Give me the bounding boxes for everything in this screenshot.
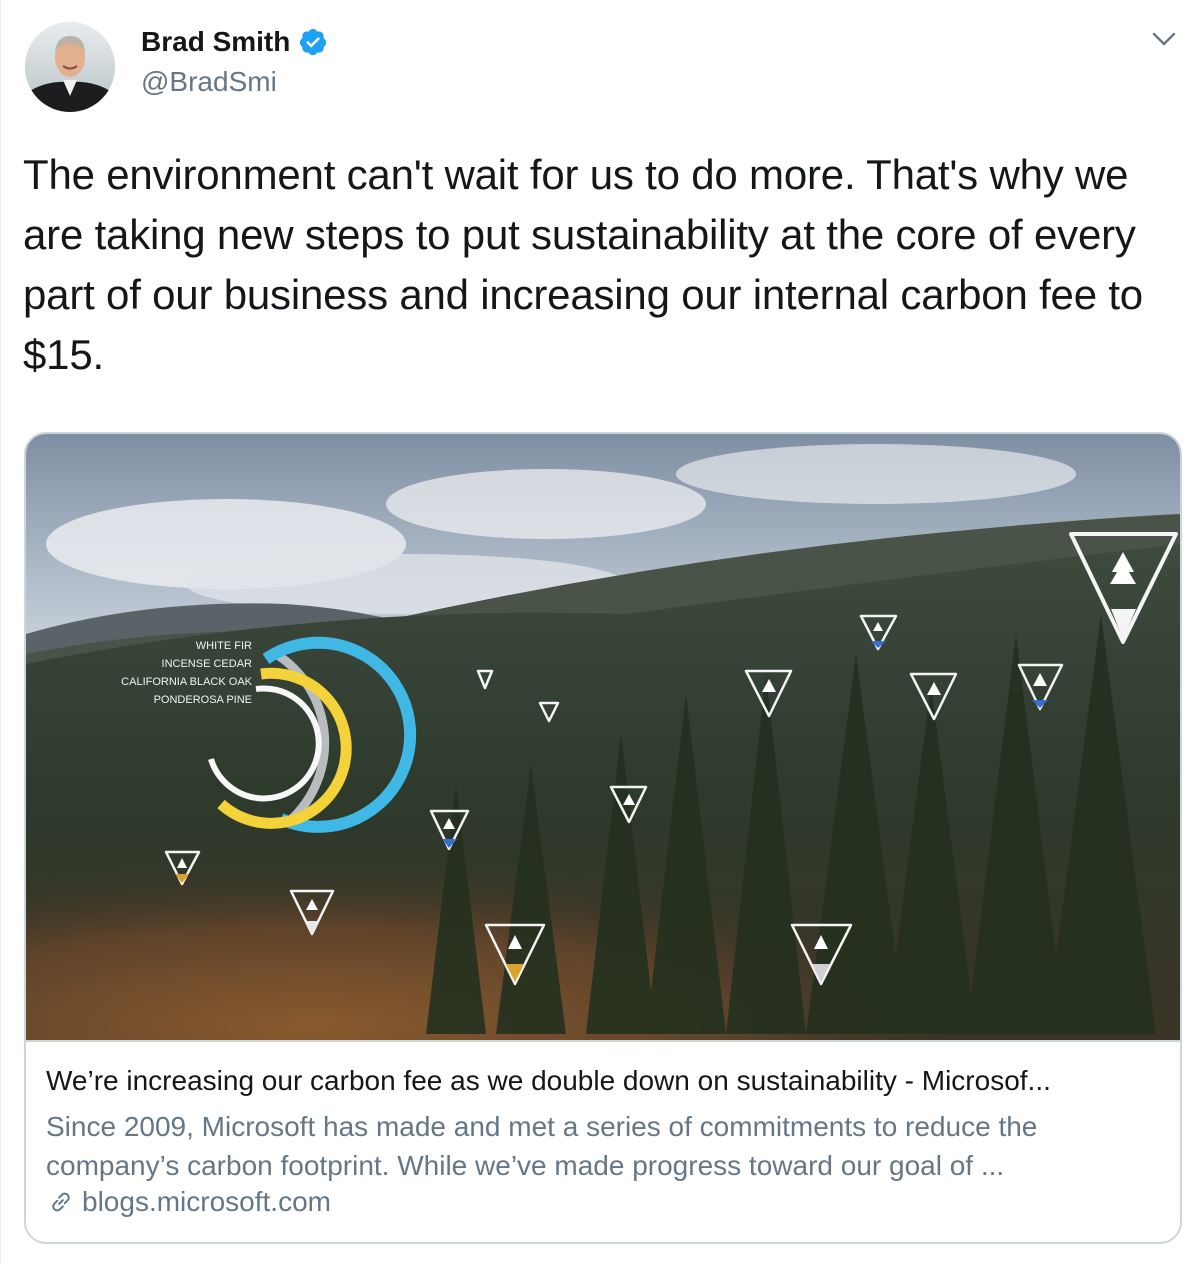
card-divider xyxy=(26,1040,1180,1042)
verified-badge-icon xyxy=(300,28,327,56)
tweet: Brad Smith @BradSmi The environment can'… xyxy=(0,0,1204,1264)
author-display-name[interactable]: Brad Smith xyxy=(141,26,290,58)
overlay-label-white-fir: WHITE FIR xyxy=(196,640,252,652)
card-link-row[interactable]: blogs.microsoft.com xyxy=(46,1186,331,1218)
card-title[interactable]: We’re increasing our carbon fee as we do… xyxy=(46,1065,1166,1097)
overlay-label-incense-cedar: INCENSE CEDAR xyxy=(162,658,253,670)
avatar-image xyxy=(25,22,115,112)
overlay-label-ponderosa-pine: PONDEROSA PINE xyxy=(154,694,252,706)
avatar[interactable] xyxy=(25,22,115,112)
link-icon xyxy=(52,1192,70,1212)
tweet-text: The environment can't wait for us to do … xyxy=(23,151,1143,378)
chevron-down-icon[interactable] xyxy=(1151,28,1177,50)
author-name-row: Brad Smith xyxy=(141,26,328,58)
card-description: Since 2009, Microsoft has made and met a… xyxy=(46,1111,1038,1181)
card-domain[interactable]: blogs.microsoft.com xyxy=(82,1186,331,1218)
link-card[interactable]: WHITE FIR INCENSE CEDAR CALIFORNIA BLACK… xyxy=(24,432,1182,1244)
card-image: WHITE FIR INCENSE CEDAR CALIFORNIA BLACK… xyxy=(26,434,1180,1040)
author-handle[interactable]: @BradSmi xyxy=(141,66,277,98)
overlay-label-california-black-oak: CALIFORNIA BLACK OAK xyxy=(121,676,252,688)
